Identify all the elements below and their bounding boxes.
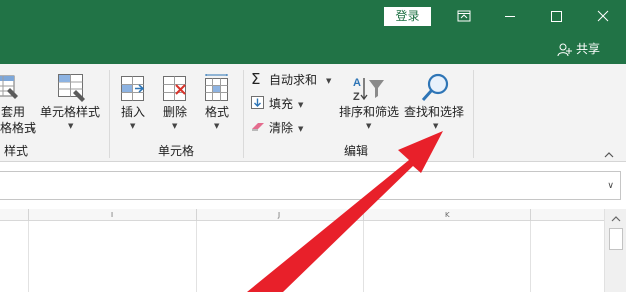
format-label: 格式 [205, 105, 230, 119]
scrollbar-thumb[interactable] [609, 228, 623, 250]
cells-group-label: 单元格 [158, 144, 195, 158]
cell-styles-button[interactable]: 单元格样式 ▼ [38, 68, 104, 140]
autosum-button[interactable]: Σ 自动求和 ▼ [250, 71, 336, 89]
ribbon-display-options-icon [457, 10, 471, 22]
login-button[interactable]: 登录 [384, 7, 431, 26]
insert-label: 插入 [121, 105, 146, 119]
delete-button[interactable]: 删除 ▼ [158, 68, 192, 140]
sort-filter-dropdown-icon: ▼ [366, 122, 372, 130]
vertical-scrollbar[interactable] [604, 209, 626, 292]
group-divider [109, 70, 110, 158]
chevron-up-icon [604, 152, 614, 158]
cell-styles-icon [58, 74, 85, 102]
group-divider [243, 70, 244, 158]
gridline [363, 221, 364, 292]
format-as-table-icon [0, 75, 18, 99]
maximize-icon [551, 11, 562, 22]
ribbon: 套用 表格格式 ▼ 单元格样式 ▼ 样式 插入 ▼ [0, 64, 626, 162]
sort-filter-label: 排序和筛选 [339, 105, 400, 119]
formula-input[interactable]: ∨ [0, 171, 621, 200]
find-select-label: 查找和选择 [404, 105, 465, 119]
delete-dropdown-icon: ▼ [172, 122, 178, 130]
cell-styles-dropdown-icon: ▼ [68, 122, 74, 130]
fill-button[interactable]: 填充 ▼ [250, 95, 310, 113]
collapse-ribbon-button[interactable] [602, 146, 616, 158]
maximize-button[interactable] [533, 0, 579, 33]
column-divider [363, 209, 364, 221]
worksheet-grid[interactable] [0, 221, 604, 292]
ribbon-display-options-button[interactable] [441, 0, 487, 33]
expand-formula-bar-icon[interactable]: ∨ [607, 181, 614, 191]
format-dropdown-icon: ▼ [214, 122, 220, 130]
column-divider [530, 209, 531, 221]
insert-cells-icon [121, 76, 145, 101]
insert-button[interactable]: 插入 ▼ [116, 68, 150, 140]
fill-label: 填充 [269, 97, 294, 111]
cell-styles-label: 单元格样式 [40, 105, 101, 119]
delete-cells-icon [163, 76, 186, 101]
fill-down-icon [251, 96, 264, 109]
scroll-up-icon[interactable] [610, 213, 622, 225]
format-button[interactable]: 格式 ▼ [200, 68, 234, 140]
minimize-icon [505, 16, 515, 17]
clear-button[interactable]: 清除 ▼ [250, 119, 310, 137]
gridline [530, 221, 531, 292]
clear-dropdown-icon: ▼ [298, 125, 304, 133]
column-divider [196, 209, 197, 221]
format-as-table-dropdown-icon: ▼ [30, 126, 36, 134]
clear-label: 清除 [269, 121, 294, 135]
column-header-j[interactable]: J [278, 209, 280, 221]
sort-filter-icon: A Z [353, 77, 384, 103]
format-as-table-label-top: 套用 [1, 105, 26, 119]
svg-text:A: A [353, 77, 361, 89]
magnifier-icon [421, 73, 449, 102]
group-divider [473, 70, 474, 158]
find-select-dropdown-icon: ▼ [433, 122, 439, 130]
gridline [28, 221, 29, 292]
eraser-icon [252, 123, 264, 131]
close-button[interactable] [580, 0, 626, 33]
column-header-k[interactable]: K [445, 209, 450, 221]
title-bar: 登录 [0, 0, 626, 33]
sigma-icon: Σ [251, 70, 261, 88]
share-bar: 共享 [0, 33, 626, 64]
share-label: 共享 [576, 42, 601, 56]
column-headers: I J K [0, 209, 604, 221]
autosum-label: 自动求和 [269, 73, 318, 87]
autosum-dropdown-icon: ▼ [326, 77, 332, 85]
share-button[interactable]: 共享 [557, 41, 621, 59]
find-select-button[interactable]: 查找和选择 ▼ [403, 68, 469, 140]
insert-dropdown-icon: ▼ [130, 122, 136, 130]
minimize-button[interactable] [487, 0, 533, 33]
styles-group-label: 样式 [4, 144, 29, 158]
column-header-i[interactable]: I [111, 209, 113, 221]
fill-dropdown-icon: ▼ [298, 101, 304, 109]
sort-filter-button[interactable]: A Z 排序和筛选 ▼ [338, 68, 402, 140]
person-add-icon [557, 43, 572, 57]
gridline [196, 221, 197, 292]
svg-text:Z: Z [353, 91, 360, 103]
delete-label: 删除 [163, 105, 188, 119]
close-icon [597, 10, 609, 22]
format-cells-icon [205, 74, 228, 101]
formula-bar: ∨ [0, 171, 626, 202]
column-divider [28, 209, 29, 221]
editing-group-label: 编辑 [344, 144, 369, 158]
